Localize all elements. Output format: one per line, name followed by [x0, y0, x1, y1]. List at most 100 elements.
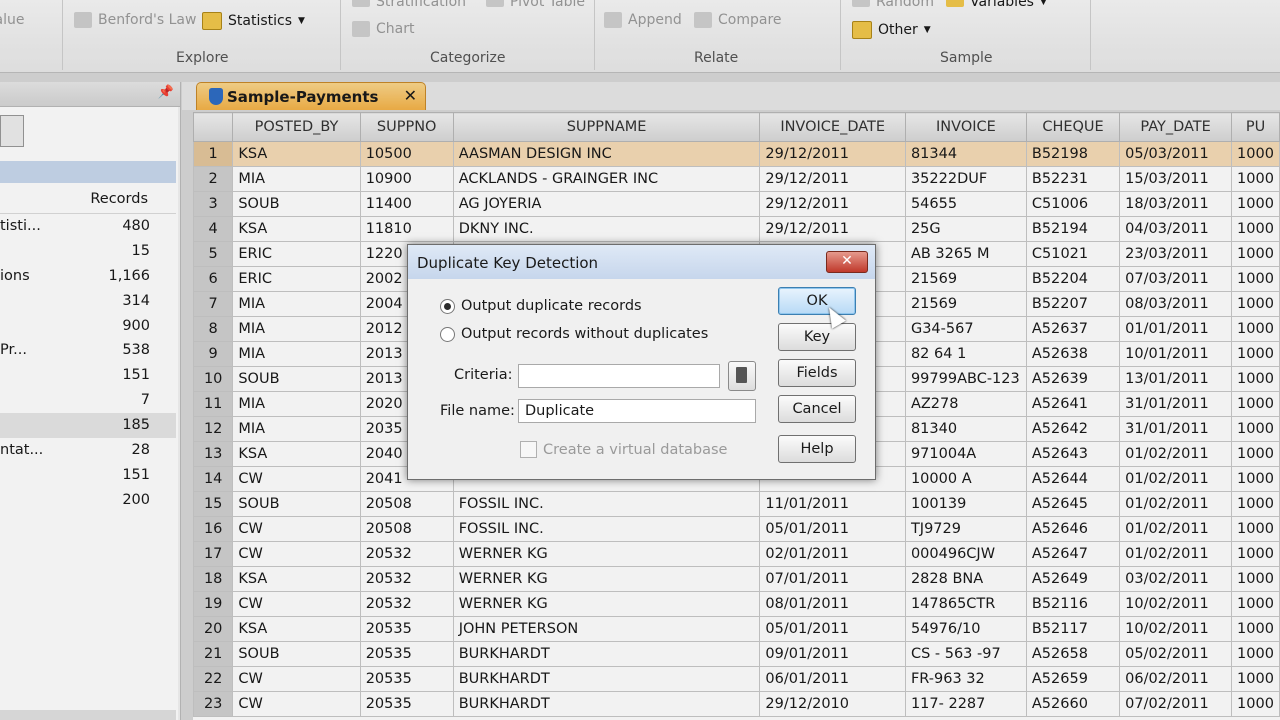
variables-button[interactable]: Variables ▼ [946, 0, 1047, 10]
checkbox-icon[interactable] [520, 441, 537, 458]
grid-icon[interactable] [0, 115, 24, 147]
table-cell[interactable]: BURKHARDT [452, 641, 761, 667]
table-cell[interactable]: A52646 [1025, 516, 1121, 542]
table-cell[interactable]: B52204 [1025, 266, 1121, 292]
table-cell[interactable]: 06/02/2011 [1119, 666, 1233, 692]
row-number[interactable]: 20 [193, 616, 234, 642]
column-header[interactable]: INVOICE_DATE [759, 112, 906, 142]
table-cell[interactable]: CS - 563 -97 [904, 641, 1027, 667]
table-cell[interactable]: 1000 [1231, 291, 1280, 317]
table-cell[interactable]: KSA [232, 616, 361, 642]
value-button[interactable]: Value [0, 12, 24, 28]
column-header[interactable]: INVOICE [904, 112, 1027, 142]
chart-button[interactable]: Chart [352, 21, 414, 37]
table-cell[interactable]: 23/03/2011 [1119, 241, 1233, 267]
horizontal-scrollbar[interactable] [0, 710, 176, 720]
table-cell[interactable]: 25G [904, 216, 1027, 242]
table-cell[interactable]: 1000 [1231, 641, 1280, 667]
row-number[interactable]: 17 [193, 541, 234, 567]
table-cell[interactable]: 117- 2287 [904, 691, 1027, 717]
table-cell[interactable]: 02/01/2011 [759, 541, 906, 567]
table-cell[interactable]: 11810 [359, 216, 454, 242]
table-cell[interactable]: TJ9729 [904, 516, 1027, 542]
table-cell[interactable]: 29/12/2011 [759, 166, 906, 192]
key-button[interactable]: Key [778, 323, 856, 351]
table-cell[interactable]: 1000 [1231, 591, 1280, 617]
table-row[interactable]: 3 SOUB 11400 AG JOYERIA 29/12/2011 54655 C5100… [193, 191, 1280, 217]
table-cell[interactable]: JOHN PETERSON [452, 616, 761, 642]
table-cell[interactable]: 07/03/2011 [1119, 266, 1233, 292]
table-cell[interactable]: 1000 [1231, 166, 1280, 192]
table-row[interactable]: 4 KSA 11810 DKNY INC. 29/12/2011 25G B52194 04/… [193, 216, 1280, 242]
table-cell[interactable]: 147865CTR [904, 591, 1027, 617]
table-cell[interactable]: B52231 [1025, 166, 1121, 192]
list-item[interactable]: 151 [0, 463, 176, 488]
table-cell[interactable]: A52660 [1025, 691, 1121, 717]
table-cell[interactable]: G34-567 [904, 316, 1027, 342]
table-cell[interactable]: CW [232, 666, 361, 692]
table-cell[interactable]: 31/01/2011 [1119, 391, 1233, 417]
table-cell[interactable]: B52198 [1025, 141, 1121, 167]
row-number[interactable]: 5 [193, 241, 234, 267]
table-cell[interactable]: 1000 [1231, 416, 1280, 442]
row-number-header[interactable] [193, 112, 234, 142]
random-button[interactable]: Random [852, 0, 934, 10]
table-row[interactable]: 17 CW 20532 WERNER KG 02/01/2011 000496CJW A52… [193, 541, 1280, 567]
table-cell[interactable]: 05/02/2011 [1119, 641, 1233, 667]
table-cell[interactable]: AZ278 [904, 391, 1027, 417]
table-cell[interactable]: 01/02/2011 [1119, 541, 1233, 567]
table-cell[interactable]: A52658 [1025, 641, 1121, 667]
column-header[interactable]: SUPPNAME [452, 112, 761, 142]
row-number[interactable]: 3 [193, 191, 234, 217]
table-cell[interactable]: 01/02/2011 [1119, 491, 1233, 517]
table-cell[interactable]: FOSSIL INC. [452, 516, 761, 542]
table-cell[interactable]: FOSSIL INC. [452, 491, 761, 517]
table-cell[interactable]: 81340 [904, 416, 1027, 442]
table-cell[interactable]: 05/03/2011 [1119, 141, 1233, 167]
table-cell[interactable]: CW [232, 516, 361, 542]
table-cell[interactable]: 11/01/2011 [759, 491, 906, 517]
table-row[interactable]: 21 SOUB 20535 BURKHARDT 09/01/2011 CS - 563 -… [193, 641, 1280, 667]
table-cell[interactable]: WERNER KG [452, 591, 761, 617]
table-cell[interactable]: AG JOYERIA [452, 191, 761, 217]
table-cell[interactable]: 99799ABC-123 [904, 366, 1027, 392]
row-number[interactable]: 12 [193, 416, 234, 442]
table-cell[interactable]: 01/01/2011 [1119, 316, 1233, 342]
radio-selected-icon[interactable] [440, 298, 455, 314]
row-number[interactable]: 23 [193, 691, 234, 717]
row-number[interactable]: 14 [193, 466, 234, 492]
row-number[interactable]: 13 [193, 441, 234, 467]
table-cell[interactable]: A52639 [1025, 366, 1121, 392]
table-cell[interactable]: 20532 [359, 541, 454, 567]
table-cell[interactable]: B52117 [1025, 616, 1121, 642]
table-cell[interactable]: DKNY INC. [452, 216, 761, 242]
table-cell[interactable]: 1000 [1231, 541, 1280, 567]
table-cell[interactable]: 1000 [1231, 241, 1280, 267]
row-number[interactable]: 10 [193, 366, 234, 392]
compare-button[interactable]: Compare [694, 12, 782, 28]
list-item[interactable]: 15 [0, 239, 176, 264]
table-cell[interactable]: 20535 [359, 691, 454, 717]
table-cell[interactable]: CW [232, 466, 361, 492]
equation-editor-icon[interactable] [728, 361, 756, 391]
row-number[interactable]: 19 [193, 591, 234, 617]
list-item[interactable]: ions 1,166 [0, 264, 176, 289]
table-cell[interactable]: MIA [232, 166, 361, 192]
table-cell[interactable]: 1000 [1231, 441, 1280, 467]
list-item[interactable]: 185 [0, 413, 176, 439]
table-cell[interactable]: 21569 [904, 291, 1027, 317]
list-item[interactable]: ntat... 28 [0, 438, 176, 463]
table-cell[interactable]: SOUB [232, 366, 361, 392]
selected-folder[interactable] [0, 161, 176, 183]
table-cell[interactable]: 20508 [359, 516, 454, 542]
column-header[interactable]: POSTED_BY [232, 112, 361, 142]
table-cell[interactable]: 1000 [1231, 566, 1280, 592]
statistics-button[interactable]: Statistics ▼ [202, 12, 305, 30]
row-number[interactable]: 6 [193, 266, 234, 292]
radio-unselected-icon[interactable] [440, 326, 455, 342]
table-cell[interactable]: 20535 [359, 641, 454, 667]
table-cell[interactable]: MIA [232, 391, 361, 417]
close-icon[interactable]: ✕ [404, 86, 417, 105]
table-cell[interactable]: MIA [232, 291, 361, 317]
table-cell[interactable]: KSA [232, 566, 361, 592]
